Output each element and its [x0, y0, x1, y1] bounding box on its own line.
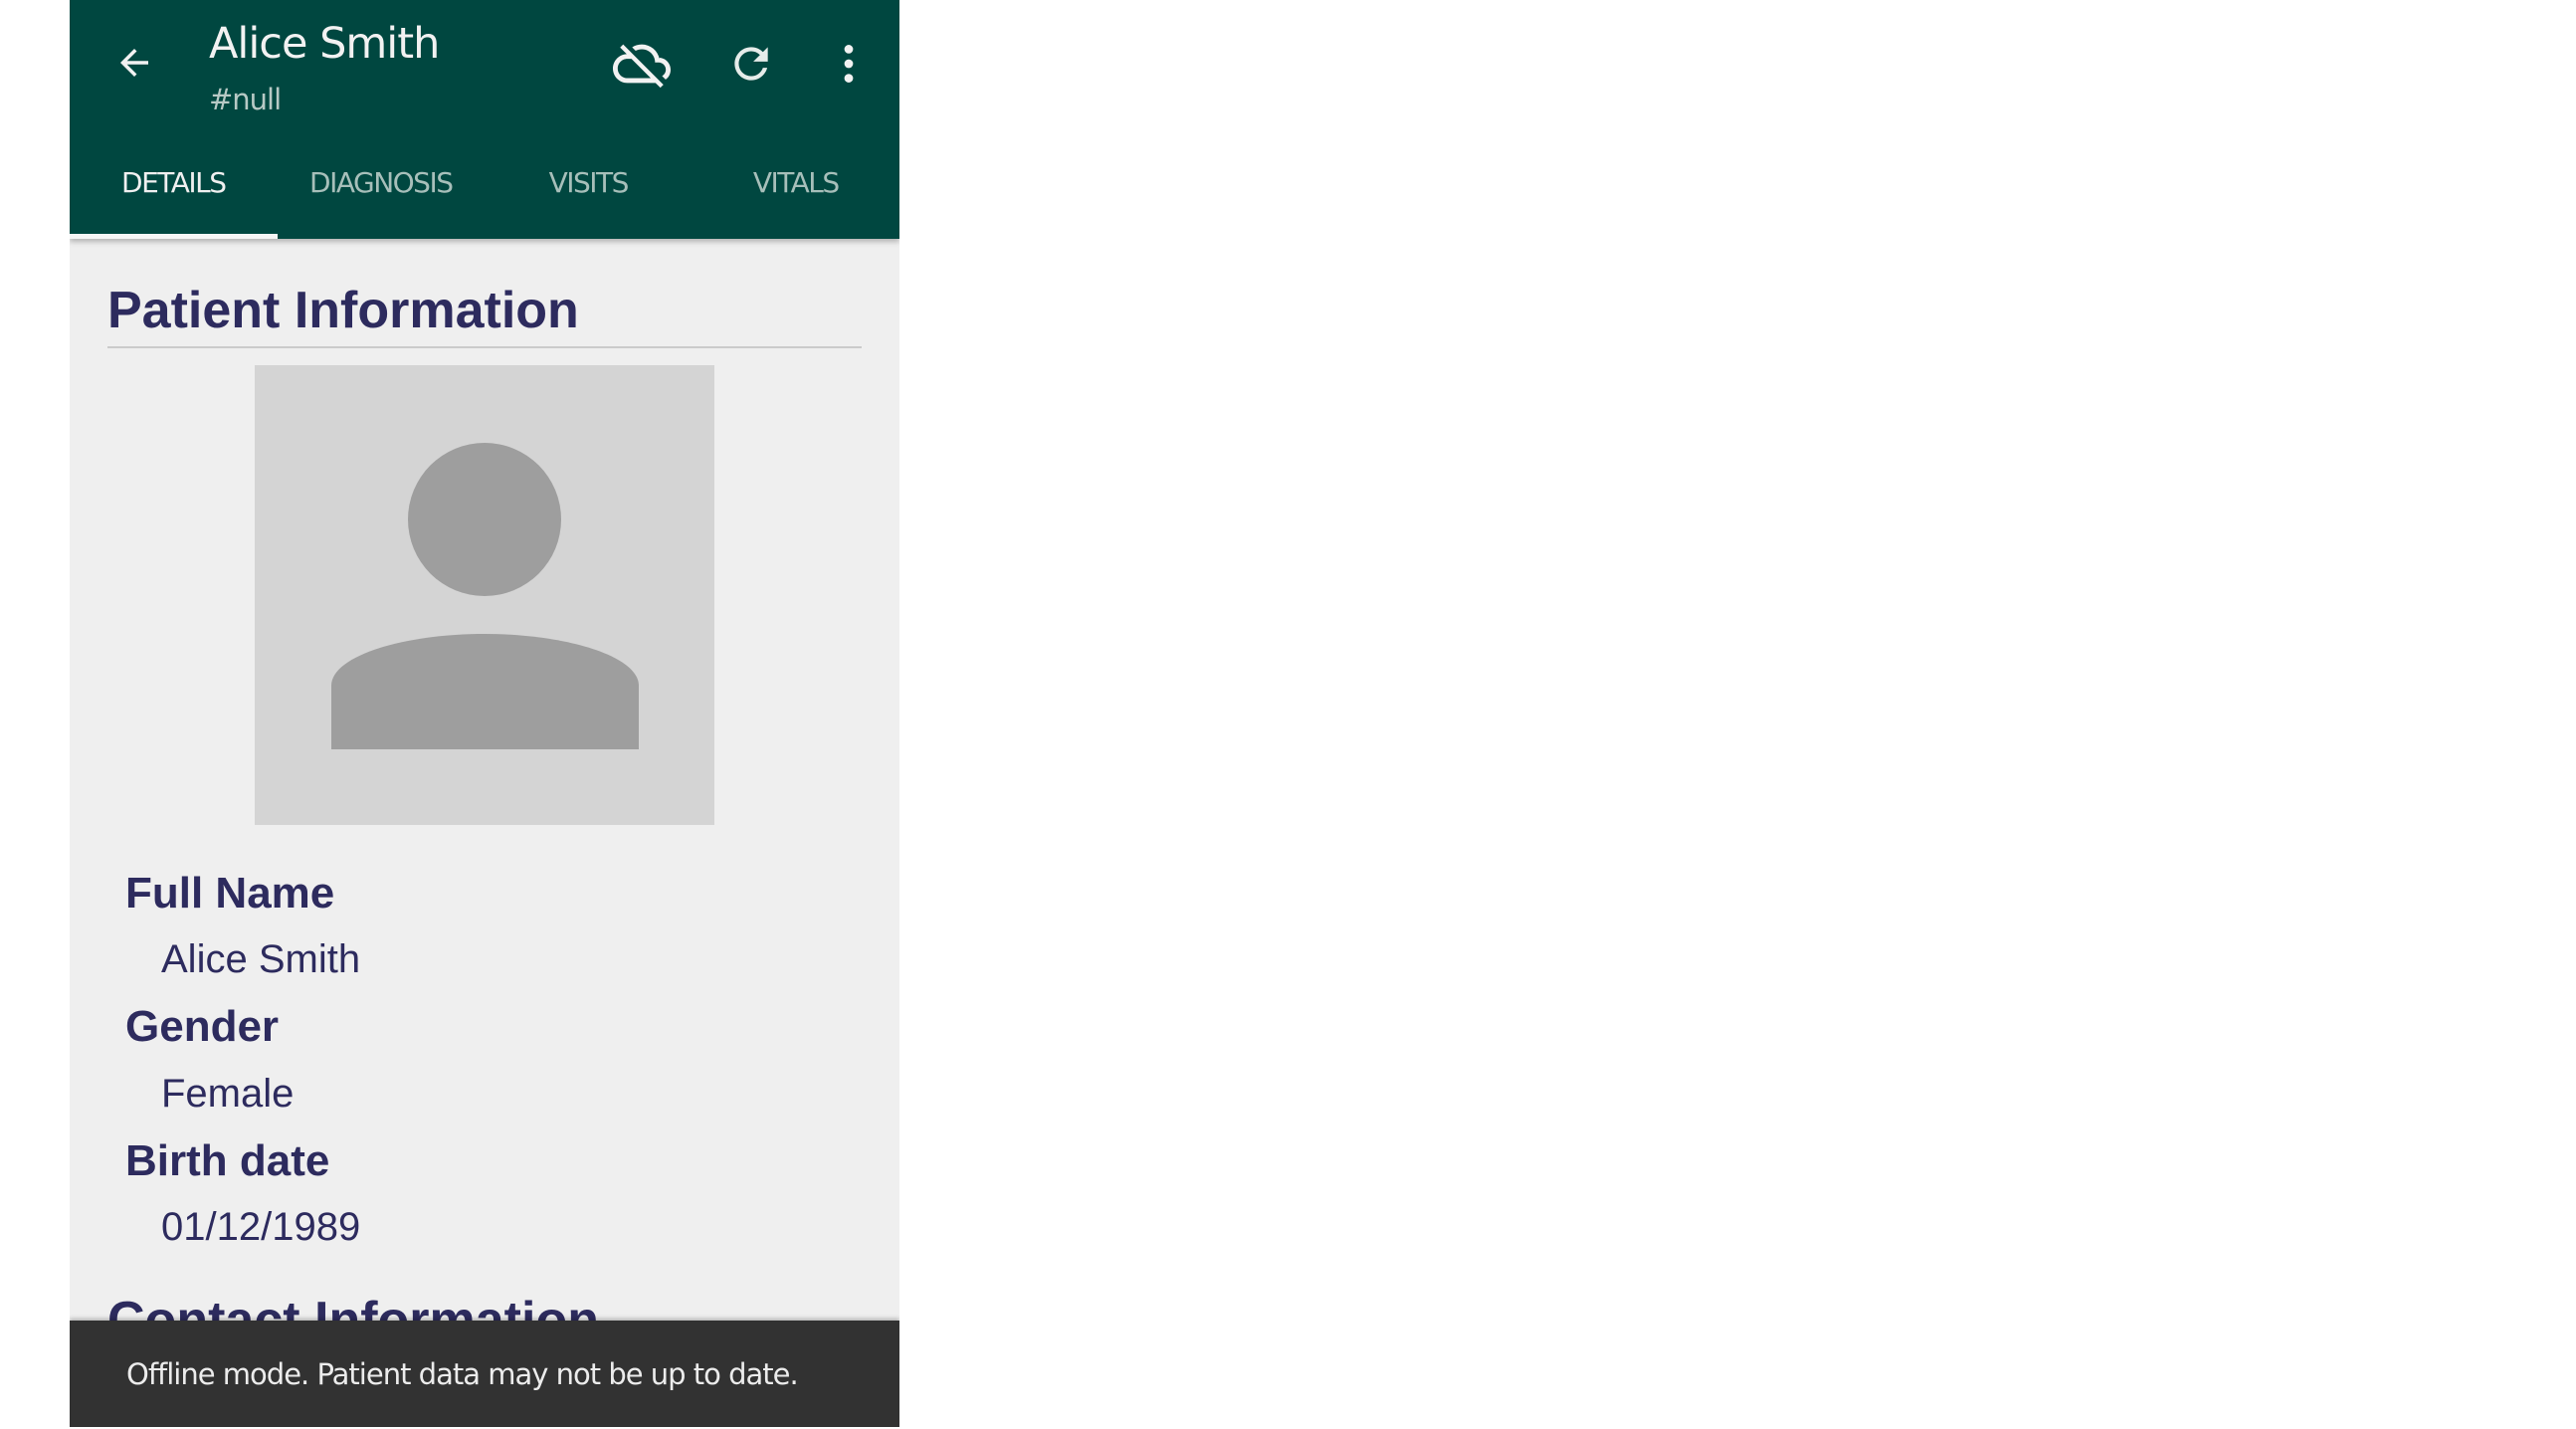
more-options-button[interactable] — [819, 36, 879, 96]
tab-visits[interactable]: VISITS — [485, 139, 693, 239]
patient-avatar — [255, 365, 714, 825]
full-name-label: Full Name — [125, 869, 335, 918]
section-divider — [107, 346, 862, 348]
app-bar: Alice Smith #null DETAILS DIAGNOSIS VISI… — [70, 0, 899, 239]
more-vertical-icon — [824, 39, 874, 93]
full-name-value: Alice Smith — [161, 937, 361, 981]
gender-value: Female — [161, 1072, 295, 1116]
back-button[interactable] — [107, 38, 161, 92]
refresh-button[interactable] — [721, 36, 781, 96]
patient-dashboard-screen: Alice Smith #null DETAILS DIAGNOSIS VISI… — [70, 0, 899, 1427]
person-placeholder-icon — [331, 443, 639, 749]
patient-identifier-subtitle: #null — [209, 83, 282, 116]
sync-status-button[interactable] — [612, 36, 672, 96]
patient-name-title: Alice Smith — [209, 19, 440, 69]
cloud-off-icon — [613, 35, 671, 97]
birth-date-value: 01/12/1989 — [161, 1205, 361, 1249]
offline-snackbar: Offline mode. Patient data may not be up… — [70, 1321, 899, 1427]
tab-diagnosis[interactable]: DIAGNOSIS — [278, 139, 486, 239]
tab-bar: DETAILS DIAGNOSIS VISITS VITALS — [70, 139, 899, 239]
gender-label: Gender — [125, 1002, 280, 1051]
refresh-icon — [726, 39, 776, 93]
tab-details[interactable]: DETAILS — [70, 139, 278, 239]
details-content[interactable]: Patient Information Full Name Alice Smit… — [70, 239, 899, 1427]
tab-vitals[interactable]: VITALS — [693, 139, 900, 239]
birth-date-label: Birth date — [125, 1136, 330, 1185]
patient-information-heading: Patient Information — [107, 282, 579, 339]
arrow-back-icon — [113, 42, 155, 88]
snackbar-message: Offline mode. Patient data may not be up… — [126, 1357, 799, 1391]
